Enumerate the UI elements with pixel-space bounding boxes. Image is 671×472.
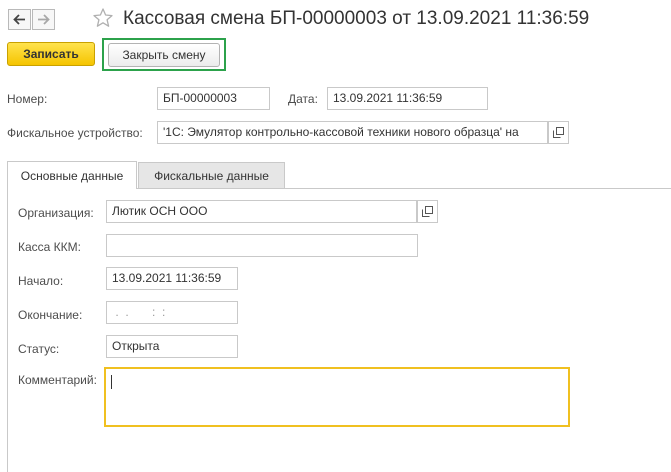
number-label: Номер: (7, 92, 48, 106)
open-icon (422, 206, 433, 217)
close-shift-focus: Закрыть смену (102, 38, 226, 71)
text-caret (111, 375, 112, 389)
save-button[interactable]: Записать (7, 42, 95, 66)
end-label: Окончание: (18, 308, 83, 322)
comment-label: Комментарий: (18, 373, 97, 387)
fiscal-device-label: Фискальное устройство: (7, 126, 143, 140)
page-title: Кассовая смена БП-00000003 от 13.09.2021… (123, 8, 590, 29)
organization-open-button[interactable] (417, 200, 438, 223)
tab-main-data[interactable]: Основные данные (7, 161, 137, 189)
fiscal-device-open-button[interactable] (548, 121, 569, 144)
start-label: Начало: (18, 274, 64, 288)
star-icon (93, 8, 113, 27)
tab-fiscal-data[interactable]: Фискальные данные (138, 162, 285, 189)
end-field[interactable]: . . : : (106, 301, 238, 324)
organization-label: Организация: (18, 206, 94, 220)
open-icon (553, 127, 564, 138)
number-field[interactable]: БП-00000003 (157, 87, 270, 110)
organization-field[interactable]: Лютик ОСН ООО (106, 200, 417, 223)
kkm-field[interactable] (106, 234, 418, 257)
favorite-button[interactable] (92, 7, 114, 29)
start-field[interactable]: 13.09.2021 11:36:59 (106, 267, 238, 290)
date-label: Дата: (288, 92, 318, 106)
status-field[interactable]: Открыта (106, 335, 238, 358)
tab-panel-left-border (7, 189, 8, 472)
close-shift-button[interactable]: Закрыть смену (108, 43, 220, 67)
comment-field[interactable] (104, 367, 570, 427)
fiscal-device-field[interactable]: '1С: Эмулятор контрольно-кассовой техник… (157, 121, 548, 144)
forward-button[interactable] (32, 9, 55, 30)
kkm-label: Касса ККМ: (18, 240, 81, 254)
arrow-left-icon (13, 14, 25, 25)
date-field[interactable]: 13.09.2021 11:36:59 (327, 87, 488, 110)
status-label: Статус: (18, 342, 60, 356)
arrow-right-icon (38, 14, 50, 25)
back-button[interactable] (8, 9, 31, 30)
